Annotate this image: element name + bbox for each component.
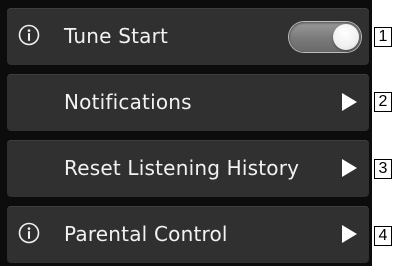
menu-item-label: Notifications <box>64 90 192 114</box>
chevron-right-icon <box>342 93 357 111</box>
info-icon[interactable] <box>18 222 40 244</box>
menu-item-notifications[interactable]: Notifications <box>7 74 369 131</box>
menu-item-label: Tune Start <box>64 24 169 48</box>
menu-panel: Tune Start Notifications Reset Listening… <box>0 0 372 266</box>
callout-number: 2 <box>374 92 392 112</box>
menu-item-label: Parental Control <box>64 222 228 246</box>
toggle-knob[interactable] <box>333 24 359 50</box>
chevron-right-icon <box>342 225 357 243</box>
callout-number: 4 <box>374 226 392 246</box>
info-icon[interactable] <box>18 24 40 46</box>
menu-item-parental-control[interactable]: Parental Control <box>7 206 369 263</box>
settings-screen: Tune Start Notifications Reset Listening… <box>0 0 397 266</box>
callout-number: 3 <box>374 159 392 179</box>
tune-start-toggle[interactable] <box>289 22 361 52</box>
callout-number: 1 <box>374 27 392 47</box>
chevron-right-icon <box>342 159 357 177</box>
menu-item-label: Reset Listening History <box>64 156 300 180</box>
menu-item-reset-listening-history[interactable]: Reset Listening History <box>7 140 369 197</box>
menu-item-tune-start[interactable]: Tune Start <box>7 8 369 65</box>
